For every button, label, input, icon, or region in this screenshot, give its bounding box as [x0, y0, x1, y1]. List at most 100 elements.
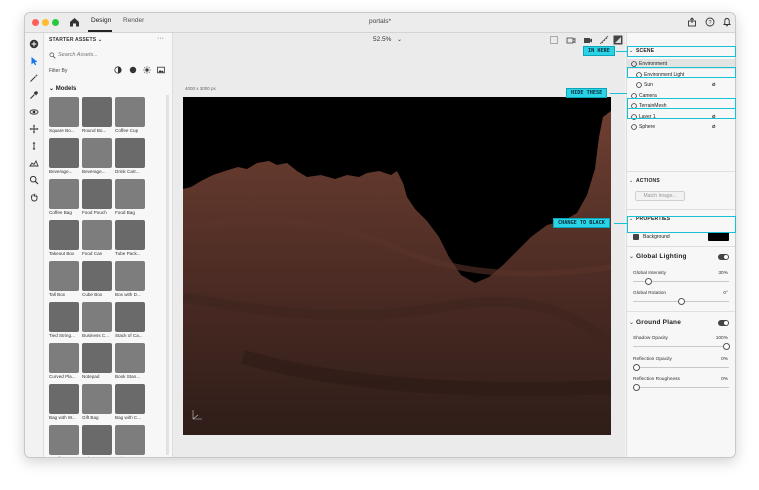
model-tile[interactable]: Cube Box [82, 261, 118, 302]
model-filter-icon[interactable] [129, 66, 137, 74]
render-preview-icon[interactable] [613, 35, 623, 45]
model-tile[interactable]: Food Bag [115, 179, 151, 220]
pan-tool-icon[interactable] [29, 121, 39, 134]
image-filter-icon[interactable] [157, 66, 165, 74]
model-thumbnail[interactable] [82, 384, 112, 414]
model-tile[interactable]: Box with D... [115, 261, 151, 302]
slider-knob[interactable] [633, 364, 640, 371]
reflection-opacity-slider[interactable] [633, 364, 729, 371]
model-tile[interactable]: Bag with C... [115, 384, 151, 425]
slider-knob[interactable] [678, 298, 685, 305]
sample-tool-icon[interactable] [29, 87, 39, 99]
model-thumbnail[interactable] [82, 302, 112, 332]
model-thumbnail[interactable] [49, 261, 79, 291]
model-tile[interactable]: Book Stan... [115, 343, 151, 384]
model-tile[interactable]: Food Pouch [82, 179, 118, 220]
global-intensity-slider[interactable] [633, 278, 729, 285]
model-thumbnail[interactable] [115, 138, 145, 168]
model-thumbnail[interactable] [82, 97, 112, 127]
model-tile[interactable]: Beverage... [82, 138, 118, 179]
model-tile[interactable]: Gift Bag [82, 384, 118, 425]
zoom-tool-icon[interactable] [29, 172, 39, 185]
background-color-swatch[interactable] [708, 232, 729, 241]
model-tile[interactable]: Small Jar [49, 425, 85, 457]
model-thumbnail[interactable] [82, 220, 112, 250]
search-input[interactable] [58, 50, 163, 60]
frame-icon[interactable] [549, 35, 559, 45]
model-thumbnail[interactable] [82, 261, 112, 291]
model-tile[interactable]: Round Bo... [82, 97, 118, 138]
model-tile[interactable]: Beverage... [49, 138, 85, 179]
zoom-chevron-icon[interactable]: ⌄ [397, 36, 402, 43]
assets-header[interactable]: STARTER ASSETS ⌄ [49, 37, 102, 43]
model-thumbnail[interactable] [49, 220, 79, 250]
slider-knob[interactable] [723, 343, 730, 350]
model-thumbnail[interactable] [49, 425, 79, 455]
model-thumbnail[interactable] [49, 343, 79, 373]
material-filter-icon[interactable] [114, 66, 122, 74]
model-tile[interactable]: Coffee Cup [115, 97, 151, 138]
visibility-hidden-icon[interactable]: Ø [712, 124, 716, 129]
model-thumbnail[interactable] [115, 261, 145, 291]
rulers-icon[interactable] [599, 35, 609, 45]
shadow-opacity-slider[interactable] [633, 343, 730, 350]
model-tile[interactable]: Stack of Ca... [115, 302, 151, 343]
model-tile[interactable]: Food Can [82, 220, 118, 261]
model-thumbnail[interactable] [82, 179, 112, 209]
camera-view-icon[interactable] [583, 35, 593, 45]
select-tool-icon[interactable] [29, 53, 39, 66]
model-thumbnail[interactable] [49, 384, 79, 414]
assets-scrollbar[interactable] [166, 95, 169, 455]
model-thumbnail[interactable] [115, 343, 145, 373]
model-thumbnail[interactable] [82, 138, 112, 168]
match-image-button[interactable]: Match Image... [635, 191, 685, 201]
model-tile[interactable]: Tied String... [49, 302, 85, 343]
magic-select-icon[interactable] [29, 70, 39, 82]
camera-bookmark-icon[interactable] [566, 35, 576, 45]
model-tile[interactable]: Business C... [82, 302, 118, 343]
model-tile[interactable]: Takeout Box [49, 220, 85, 261]
slider-knob[interactable] [645, 278, 652, 285]
global-lighting-toggle[interactable] [718, 254, 729, 260]
model-thumbnail[interactable] [115, 384, 145, 414]
model-tile[interactable]: Twist Cap... [115, 425, 151, 457]
model-tile[interactable]: Tube Pack... [115, 220, 151, 261]
light-filter-icon[interactable] [143, 66, 151, 74]
global-rotation-slider[interactable] [633, 298, 729, 305]
notifications-icon[interactable] [722, 17, 732, 27]
background-checkbox[interactable] [633, 234, 639, 240]
model-tile[interactable]: Curved Pla... [49, 343, 85, 384]
more-options-icon[interactable]: ··· [157, 35, 164, 42]
model-thumbnail[interactable] [82, 425, 112, 455]
model-tile[interactable]: Square Bo... [49, 97, 85, 138]
slider-knob[interactable] [633, 384, 640, 391]
chevron-down-icon[interactable]: ⌄ [629, 253, 634, 260]
add-icon[interactable] [29, 36, 39, 49]
model-thumbnail[interactable] [115, 302, 145, 332]
model-thumbnail[interactable] [115, 220, 145, 250]
scene-item[interactable]: Sun Ø [627, 80, 735, 90]
scene-item[interactable]: Sphere Ø [627, 122, 735, 132]
model-tile[interactable]: Twist Jar [82, 425, 118, 457]
chevron-down-icon[interactable]: ⌄ [629, 178, 633, 184]
model-thumbnail[interactable] [115, 425, 145, 455]
model-tile[interactable]: Tall Box [49, 261, 85, 302]
ground-plane-toggle[interactable] [718, 320, 729, 326]
models-header[interactable]: ⌄ Models [49, 85, 76, 92]
help-icon[interactable]: ? [705, 17, 715, 27]
model-tile[interactable]: Drink Cart... [115, 138, 151, 179]
model-thumbnail[interactable] [49, 179, 79, 209]
dolly-tool-icon[interactable] [29, 138, 39, 150]
visibility-hidden-icon[interactable]: Ø [712, 82, 716, 87]
model-tile[interactable]: Bag with W... [49, 384, 85, 425]
zoom-level[interactable]: 52.5% [373, 36, 391, 43]
3d-viewport[interactable] [183, 97, 611, 435]
model-thumbnail[interactable] [82, 343, 112, 373]
chevron-down-icon[interactable]: ⌄ [629, 319, 634, 326]
model-thumbnail[interactable] [115, 97, 145, 127]
horizon-tool-icon[interactable] [29, 155, 39, 167]
reflection-roughness-slider[interactable] [633, 384, 729, 391]
model-thumbnail[interactable] [115, 179, 145, 209]
model-thumbnail[interactable] [49, 97, 79, 127]
model-tile[interactable]: Notepad [82, 343, 118, 384]
